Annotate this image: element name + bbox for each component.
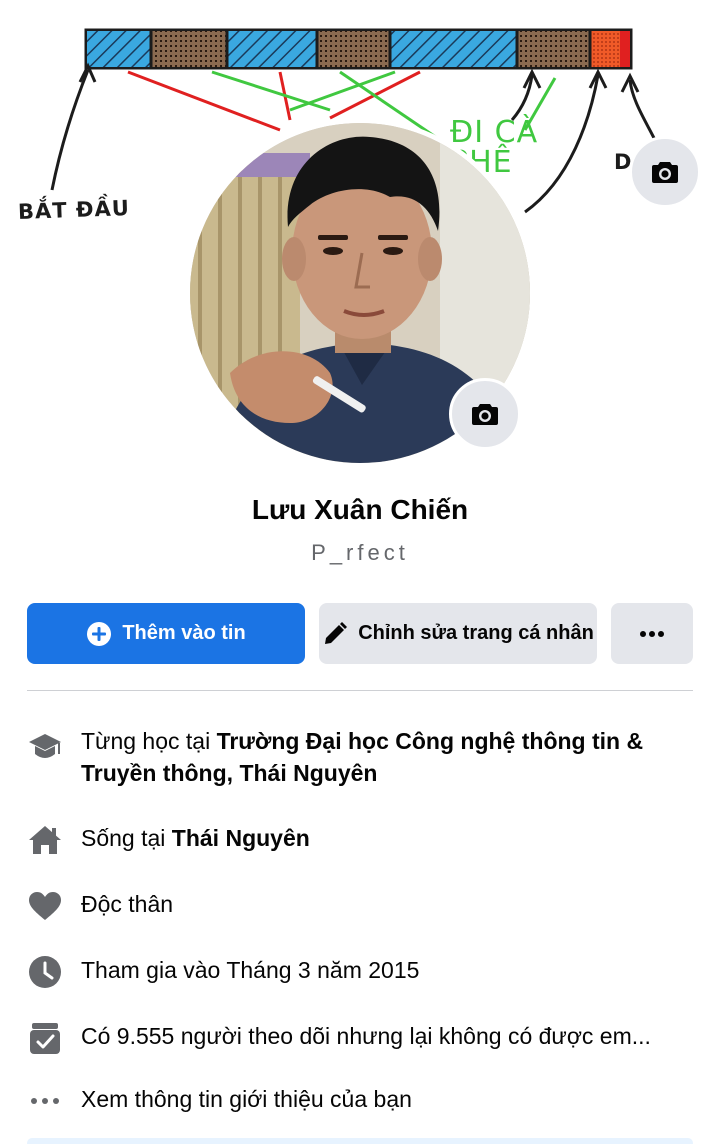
home-icon <box>27 822 63 858</box>
see-about-label: Xem thông tin giới thiệu của bạn <box>81 1086 412 1112</box>
camera-icon <box>472 404 498 425</box>
profile-nickname: P_rfect <box>311 540 409 565</box>
graduation-cap-icon <box>27 729 63 765</box>
followers-text: Có 9.555 người theo dõi nhưng lại không … <box>81 1023 651 1049</box>
clock-icon <box>27 954 63 990</box>
pencil-icon <box>325 621 348 644</box>
profile-name: Lưu Xuân Chiến <box>251 494 469 525</box>
heart-icon <box>27 888 63 924</box>
camera-icon <box>652 162 678 183</box>
more-options-button[interactable] <box>611 603 693 664</box>
edit-cover-photo-button[interactable] <box>629 136 701 208</box>
more-dots-icon <box>640 630 664 637</box>
intro-followers[interactable]: Có 9.555 người theo dõi nhưng lại không … <box>27 1020 697 1056</box>
edit-profile-button[interactable]: Chỉnh sửa trang cá nhân <box>319 603 597 664</box>
see-about-info-link[interactable]: Xem thông tin giới thiệu của bạn <box>27 1083 697 1119</box>
cover-label-start: BẮT ĐẦU <box>17 196 131 224</box>
section-divider <box>27 690 693 691</box>
more-dots-icon <box>27 1083 63 1119</box>
add-to-story-label: Thêm vào tin <box>122 622 246 644</box>
followers-icon <box>27 1020 63 1056</box>
lives-place[interactable]: Thái Nguyên <box>172 825 310 851</box>
edit-profile-label: Chỉnh sửa trang cá nhân <box>358 622 594 644</box>
relationship-status: Độc thân <box>81 891 174 917</box>
intro-joined: Tham gia vào Tháng 3 năm 2015 <box>27 954 697 990</box>
edit-details-button-edge[interactable] <box>27 1138 693 1144</box>
edit-profile-picture-button[interactable] <box>449 378 521 450</box>
intro-relationship: Độc thân <box>27 888 697 924</box>
joined-date: Tham gia vào Tháng 3 năm 2015 <box>81 957 420 983</box>
add-to-story-button[interactable]: Thêm vào tin <box>27 603 305 664</box>
lives-prefix: Sống tại <box>81 825 172 851</box>
intro-education: Từng học tại Trường Đại học Công nghệ th… <box>27 725 697 789</box>
intro-lives-in: Sống tại Thái Nguyên <box>27 822 697 858</box>
education-prefix: Từng học tại <box>81 728 217 754</box>
plus-circle-icon <box>87 621 112 646</box>
